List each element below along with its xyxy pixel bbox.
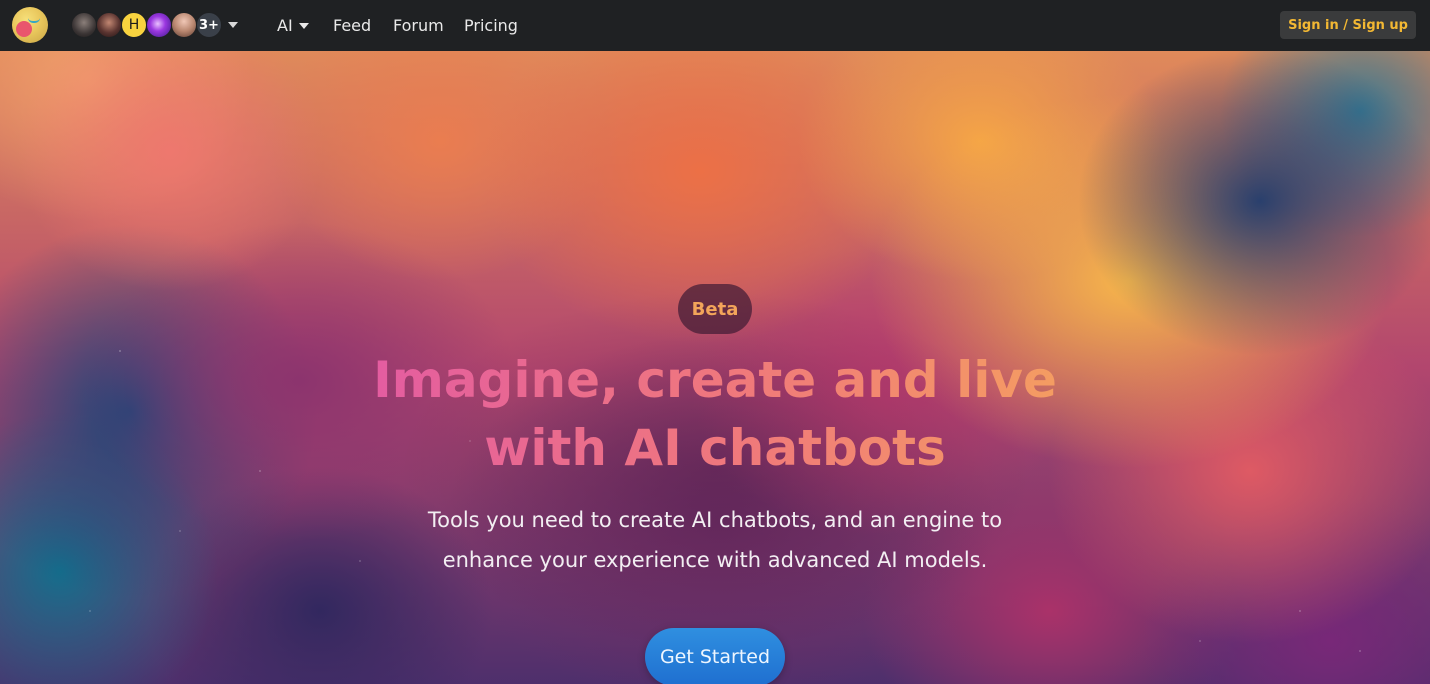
nav-item-pricing-label: Pricing — [464, 16, 518, 35]
hero-section: Beta Imagine, create and live with AI ch… — [0, 51, 1430, 684]
hero-subtext: Tools you need to create AI chatbots, an… — [390, 500, 1040, 580]
user-avatar-group[interactable]: H 3+ — [71, 12, 222, 38]
chevron-down-icon[interactable] — [226, 19, 240, 31]
nav-item-ai-label: AI — [277, 16, 293, 35]
nav-item-feed[interactable]: Feed — [333, 0, 371, 51]
nav-item-ai[interactable]: AI — [277, 0, 309, 51]
top-navigation-bar: H 3+ AI Feed Forum Pricing Sign in / Sig… — [0, 0, 1430, 51]
user-avatar-h[interactable]: H — [121, 12, 147, 38]
chevron-down-icon — [298, 22, 309, 29]
user-avatar-1[interactable] — [71, 12, 97, 38]
nav-item-forum-label: Forum — [393, 16, 444, 35]
logo-eye — [28, 18, 40, 23]
hero-headline: Imagine, create and live with AI chatbot… — [340, 346, 1090, 482]
user-avatar-5[interactable] — [171, 12, 197, 38]
more-users-count[interactable]: 3+ — [196, 12, 222, 38]
hero-headline-line-1: Imagine, create and live — [373, 351, 1057, 409]
beta-badge: Beta — [678, 284, 752, 334]
hero-subtext-line-1: Tools you need to create AI chatbots, an… — [427, 508, 1003, 532]
logo-blob — [16, 21, 32, 37]
hero-headline-line-2: with AI chatbots — [484, 419, 946, 477]
sign-in-button[interactable]: Sign in / Sign up — [1280, 11, 1416, 39]
nav-item-forum[interactable]: Forum — [393, 0, 444, 51]
user-avatar-2[interactable] — [96, 12, 122, 38]
nav-item-feed-label: Feed — [333, 16, 372, 35]
get-started-button[interactable]: Get Started — [645, 628, 785, 684]
site-logo[interactable] — [12, 7, 48, 43]
user-avatar-4[interactable] — [146, 12, 172, 38]
hero-subtext-line-2: enhance your experience with advanced AI… — [442, 548, 988, 572]
nav-item-pricing[interactable]: Pricing — [464, 0, 518, 51]
